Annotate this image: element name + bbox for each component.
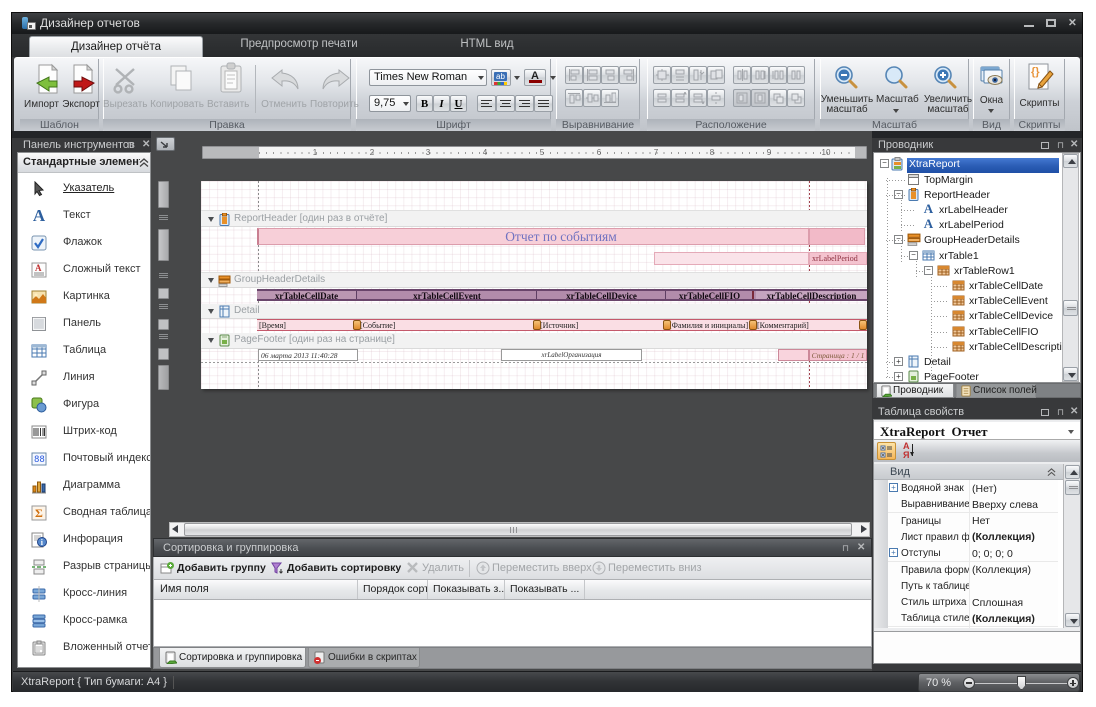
svg-text:{}: {}: [1031, 66, 1040, 78]
svg-text:Σ: Σ: [35, 506, 43, 520]
svg-text:88: 88: [34, 455, 45, 465]
svg-text:A: A: [35, 263, 42, 273]
